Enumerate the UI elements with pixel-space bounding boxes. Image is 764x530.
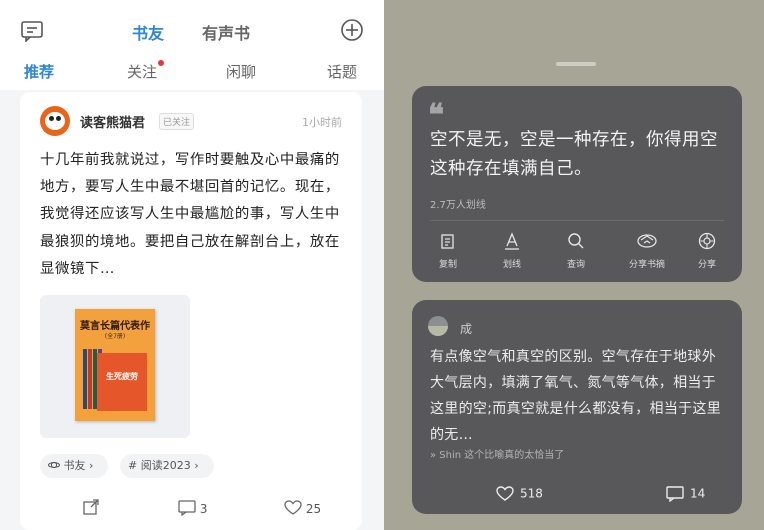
book-cover: 莫言长篇代表作 (全7册) 生死疲劳 <box>75 309 155 421</box>
book-title: 莫言长篇代表作 <box>80 321 150 332</box>
tab-shuyou[interactable]: 书友 <box>132 20 164 44</box>
tag-label: 书友 <box>63 459 86 472</box>
comment-text[interactable]: 有点像空气和真空的区别。空气存在于地球外大气层内，填满了氧气、氮气等气体，相当于… <box>430 344 730 448</box>
top-bar: 书友 有声书 推荐 关注 闲聊 话题 <box>0 0 384 90</box>
comment-icon <box>666 486 684 502</box>
like-button[interactable]: 518 <box>496 486 543 502</box>
tag-label: # 阅读2023 <box>128 459 191 472</box>
quote-panel: ❝ 空不是无，空是一种存在，你得用空这种存在填满自己。 2.7万人划线 复制 划… <box>412 86 742 282</box>
heart-icon <box>284 500 302 515</box>
underline-icon <box>482 232 542 254</box>
copy-button[interactable]: 复制 <box>418 232 478 272</box>
underline-label: 划线 <box>502 260 521 270</box>
left-panel: 书友 有声书 推荐 关注 闲聊 话题 读客熊猫君 已关注 1小时前 十几年前我就… <box>0 0 384 530</box>
follow-badge: 已关注 <box>159 113 195 130</box>
comment-button[interactable]: 14 <box>666 486 705 502</box>
share-out-icon <box>83 499 99 515</box>
comment-count: 14 <box>690 486 706 501</box>
post-text[interactable]: 十几年前我就说过，写作时要触及心中最痛的地方，要写人生中最不堪回首的记忆。现在，… <box>40 147 344 283</box>
book-inner-title: 生死疲劳 <box>106 372 138 381</box>
search-icon <box>546 232 606 254</box>
planet-icon <box>48 461 60 469</box>
query-label: 查询 <box>566 260 585 270</box>
message-icon[interactable] <box>20 20 44 43</box>
subtab-topics[interactable]: 话题 <box>327 61 357 82</box>
share-out-button[interactable] <box>82 498 100 519</box>
share-note-label: 分享书摘 <box>628 260 665 270</box>
book-subtitle: (全7册) <box>104 333 126 340</box>
share-label: 分享 <box>697 260 716 270</box>
like-count: 25 <box>305 502 322 516</box>
share-button[interactable]: 分享 <box>677 232 737 272</box>
comment-count: 3 <box>199 502 208 516</box>
subtab-chat[interactable]: 闲聊 <box>226 61 256 82</box>
quote-text[interactable]: 空不是无，空是一种存在，你得用空这种存在填满自己。 <box>430 126 730 184</box>
plus-circle-icon[interactable] <box>340 18 364 42</box>
copy-icon <box>418 232 478 254</box>
drag-handle[interactable] <box>556 62 596 66</box>
book-card[interactable]: 莫言长篇代表作 (全7册) 生死疲劳 <box>40 295 190 438</box>
heart-icon <box>496 486 514 501</box>
divider <box>430 220 724 221</box>
post-card[interactable]: 读客熊猫君 已关注 1小时前 十几年前我就说过，写作时要触及心中最痛的地方，要写… <box>20 92 362 530</box>
reply-preview[interactable]: » Shin 这个比喻真的太恰当了 <box>430 446 564 461</box>
underline-button[interactable]: 划线 <box>482 232 542 272</box>
tag-shuyou[interactable]: 书友 › <box>40 454 108 478</box>
comment-icon <box>178 500 196 517</box>
share-icon <box>677 232 737 254</box>
commenter-name[interactable]: 成 <box>460 320 472 337</box>
post-time: 1小时前 <box>302 116 342 129</box>
mark-count: 2.7万人划线 <box>430 200 486 211</box>
tab-audiobook[interactable]: 有声书 <box>202 20 250 44</box>
comment-panel: 成 有点像空气和真空的区别。空气存在于地球外大气层内，填满了氧气、氮气等气体，相… <box>412 300 742 514</box>
book-inner-cover: 生死疲劳 <box>97 353 147 411</box>
query-button[interactable]: 查询 <box>546 232 606 272</box>
like-button[interactable]: 25 <box>284 500 321 516</box>
comment-button[interactable]: 3 <box>178 500 208 517</box>
share-note-icon <box>617 232 677 254</box>
subtab-following[interactable]: 关注 <box>127 61 157 82</box>
share-note-button[interactable]: 分享书摘 <box>617 232 677 272</box>
notification-dot <box>158 60 164 66</box>
post-username[interactable]: 读客熊猫君 <box>80 112 145 131</box>
right-panel: ❝ 空不是无，空是一种存在，你得用空这种存在填满自己。 2.7万人划线 复制 划… <box>384 0 764 530</box>
subtab-recommend[interactable]: 推荐 <box>24 61 54 82</box>
tag-reading-2023[interactable]: # 阅读2023 › <box>120 454 214 478</box>
like-count: 518 <box>520 486 543 501</box>
copy-label: 复制 <box>438 260 457 270</box>
avatar[interactable] <box>40 106 70 136</box>
avatar[interactable] <box>428 316 448 336</box>
